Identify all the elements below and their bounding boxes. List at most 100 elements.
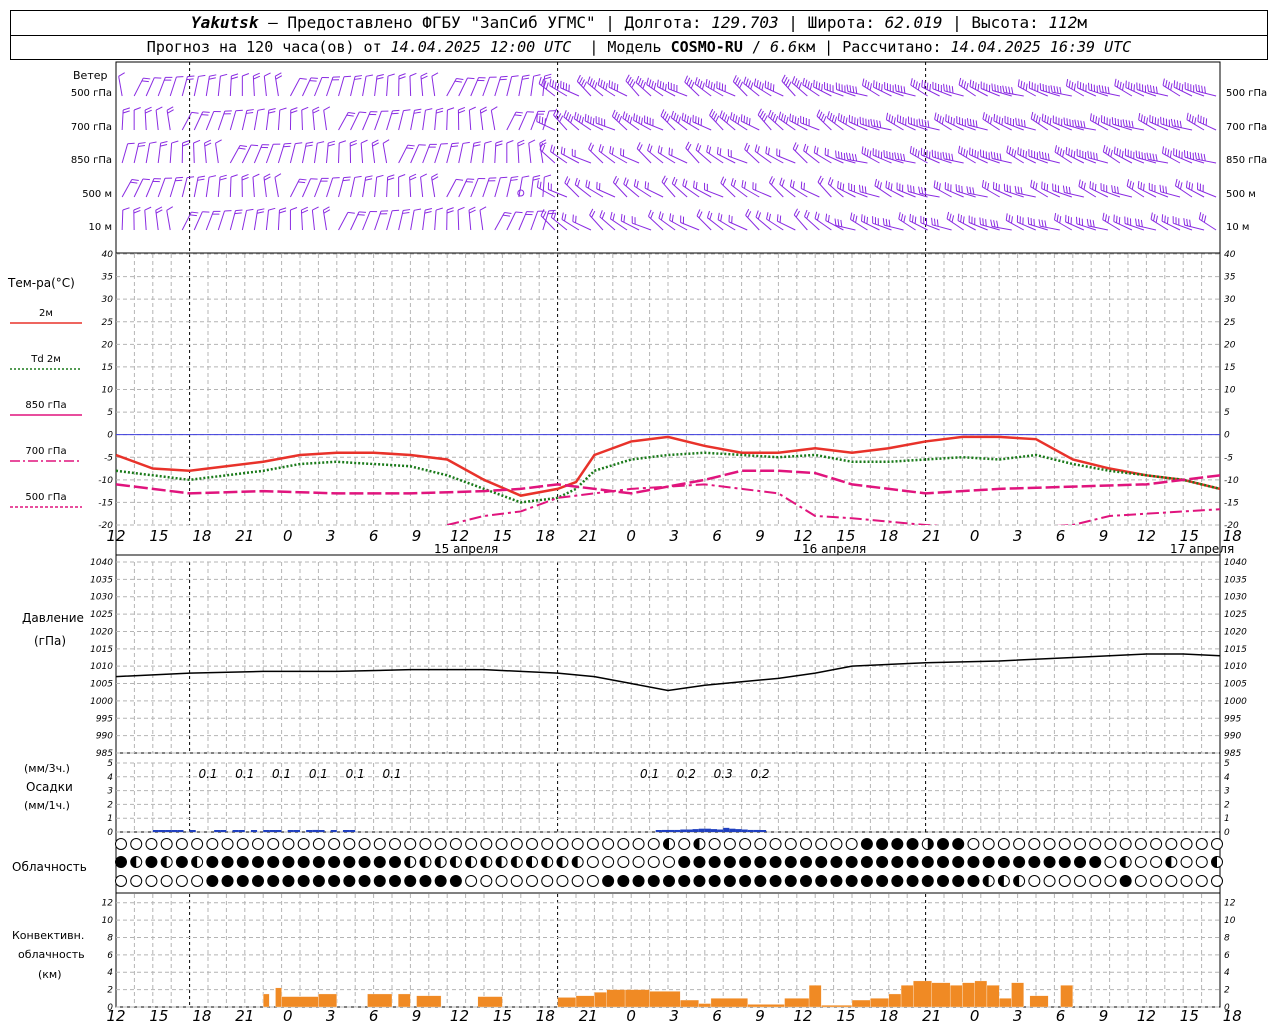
cloud-half-icon — [511, 856, 517, 868]
wind-barb-flag — [864, 147, 867, 155]
wind-barb-flag — [145, 109, 152, 114]
wind-barb-flag — [767, 81, 769, 89]
wind-barb-flag — [747, 211, 752, 218]
wind-barb-flag — [969, 79, 972, 87]
wind-barb-flag — [1104, 214, 1108, 222]
wind-barb-flag — [1164, 215, 1166, 223]
conv-bar — [367, 993, 393, 1008]
convective-unit: (км) — [38, 968, 62, 981]
wind-barb-flag — [1170, 118, 1173, 126]
wind-barb-flag — [854, 154, 858, 162]
wind-barb-flag — [1114, 78, 1117, 86]
cloud-circle-icon — [739, 875, 752, 887]
wind-barb-flag — [1066, 118, 1068, 126]
wind-barb-flag — [746, 116, 748, 124]
wind-barb-flag — [191, 211, 199, 214]
wind-barb-flag — [946, 84, 948, 92]
wind-barb-flag — [155, 206, 163, 211]
precip-bar — [735, 829, 742, 832]
wind-barb-flag — [689, 117, 692, 125]
wind-barb-flag — [839, 182, 842, 190]
wind-barb-flag — [869, 83, 873, 91]
wind-barb-icon — [530, 76, 535, 97]
cloud-circle-icon — [952, 838, 965, 850]
cloud-half-icon — [998, 875, 1004, 887]
wind-barb-flag — [767, 109, 772, 117]
wind-barb-flag — [1111, 185, 1114, 193]
wind-barb-flag — [1008, 214, 1011, 222]
conv-bar — [680, 999, 699, 1008]
wind-barb-flag — [851, 153, 855, 161]
wind-barb-flag — [246, 109, 254, 112]
wind-barb-flag — [888, 219, 891, 227]
wind-barb-flag — [458, 109, 466, 114]
wind-barb-flag — [951, 86, 954, 94]
wind-barb-flag — [564, 176, 569, 184]
wind-barb-flag — [840, 219, 843, 227]
wind-barb-flag — [787, 81, 792, 89]
precip-bar — [238, 830, 245, 832]
wind-barb-flag — [757, 212, 762, 220]
cloud-circle-icon — [1089, 875, 1102, 887]
conv-bar — [1011, 982, 1024, 1008]
wind-barb-flag — [253, 72, 260, 77]
wind-barb-flag — [290, 207, 298, 211]
cloud-circle-icon — [708, 875, 721, 887]
precip-bar — [232, 830, 239, 832]
wind-barb-flag — [722, 178, 727, 186]
conv-bar — [477, 996, 503, 1008]
wind-barb-flag — [745, 78, 749, 86]
cloud-circle-icon — [115, 838, 127, 850]
cloud-half-icon — [435, 856, 441, 868]
cloud-circle-icon — [145, 875, 158, 887]
wind-barb-flag — [837, 113, 840, 121]
precip-bar — [349, 830, 356, 832]
cloud-circle-icon — [1058, 838, 1071, 850]
wind-barb-icon — [301, 178, 312, 198]
wind-barb-flag — [969, 186, 972, 194]
wind-barb-flag — [625, 74, 630, 82]
wind-barb-flag — [693, 180, 695, 188]
wind-barb-flag — [926, 82, 929, 90]
wind-barb-flag — [706, 210, 710, 218]
wind-barb-flag — [1169, 150, 1172, 158]
x-tick-conv: 9 — [755, 1007, 765, 1024]
cloud-half-icon — [404, 856, 411, 868]
wind-barb-flag — [1150, 212, 1153, 220]
wind-barb-flag — [279, 107, 287, 111]
cloud-circle-icon — [906, 838, 919, 850]
pressure-line — [115, 653, 1221, 692]
precip-bar — [661, 829, 668, 832]
wind-barb-flag — [647, 143, 651, 151]
cloud-circle-icon — [784, 856, 797, 868]
wind-barb-flag — [274, 173, 282, 178]
wind-barb-flag — [1130, 83, 1133, 91]
wind-barb-flag — [241, 176, 249, 181]
wind-barb-flag — [1198, 84, 1201, 92]
wind-barb-flag — [873, 119, 876, 127]
precip-bar — [220, 830, 227, 832]
wind-barb-flag — [1094, 183, 1097, 191]
wind-barb-icon — [326, 76, 334, 97]
wind-barb-flag — [1039, 151, 1041, 159]
wind-barb-flag — [885, 112, 889, 120]
wind-barb-flag — [309, 80, 317, 82]
y-tick-right-conv: 4 — [1224, 968, 1230, 978]
wind-barb-flag — [592, 117, 595, 126]
wind-barb-flag — [577, 179, 581, 187]
wind-barb-flag — [1089, 113, 1092, 121]
wind-barb-flag — [668, 147, 671, 155]
wind-barb-icon — [744, 148, 760, 164]
cloud-circle-icon — [815, 856, 828, 868]
wind-barb-flag — [382, 139, 390, 144]
x-tick-temp: 3 — [669, 527, 679, 545]
cloud-circle-icon — [1043, 838, 1056, 850]
wind-barb-flag — [631, 81, 636, 88]
wind-barb-flag — [1046, 184, 1049, 192]
wind-barb-icon — [431, 177, 436, 198]
wind-barb-flag — [761, 113, 766, 120]
wind-barb-flag — [376, 73, 384, 77]
wind-barb-flag — [768, 176, 773, 183]
precip-bar — [287, 830, 294, 832]
cloud-circle-icon — [723, 838, 736, 850]
